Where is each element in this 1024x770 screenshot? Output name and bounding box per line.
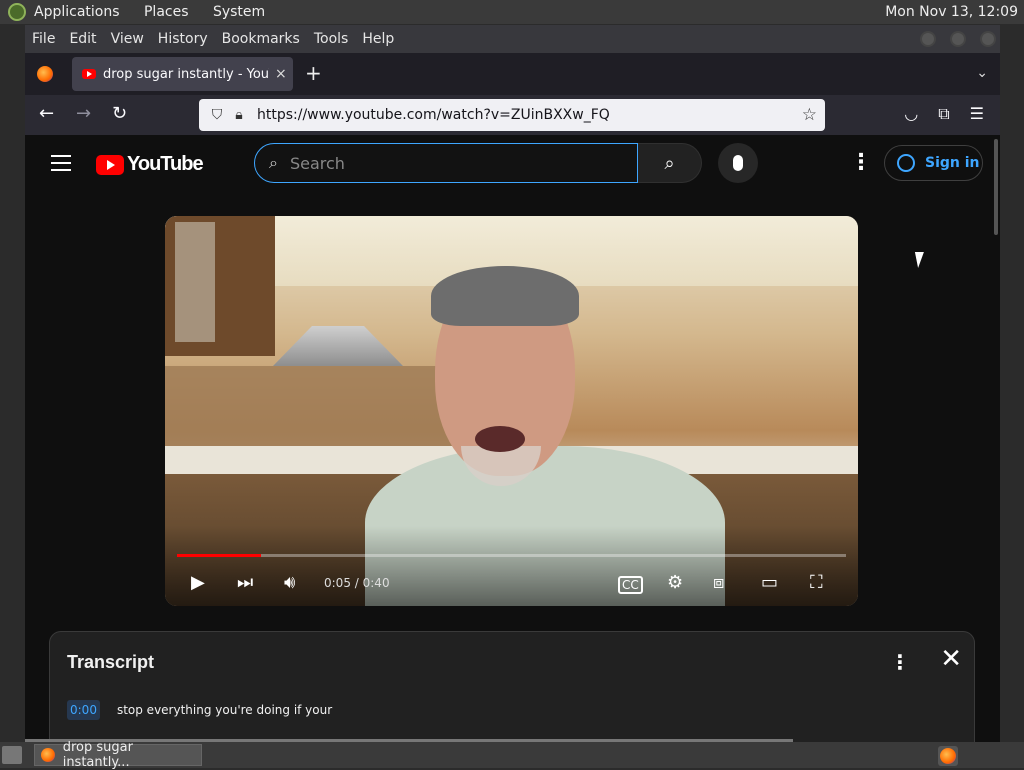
- youtube-page: YouTube ⌕ ⌕ ⋮ Sign in: [25, 135, 1000, 742]
- progress-bar[interactable]: [177, 554, 846, 557]
- taskbar-task-label: drop sugar instantly...: [62, 740, 133, 770]
- transcript-segment[interactable]: 0:00 stop everything you're doing if you…: [67, 700, 332, 720]
- menu-system[interactable]: System: [213, 4, 265, 20]
- transcript-title: Transcript: [67, 652, 155, 672]
- extensions-icon[interactable]: ⧉: [938, 104, 949, 124]
- new-tab-button[interactable]: +: [305, 63, 322, 83]
- settings-kebab-icon[interactable]: ⋮: [850, 151, 872, 175]
- firefox-window: File Edit View History Bookmarks Tools H…: [25, 25, 1000, 742]
- youtube-logo[interactable]: YouTube: [96, 153, 204, 176]
- account-circle-icon: [897, 154, 915, 172]
- navigation-toolbar: ← → ↻ ⛉ 🔒︎ https://www.youtube.com/watch…: [25, 95, 1000, 135]
- video-player[interactable]: ▶ ⏭︎ 🔊︎ 0:05 / 0:40 CC ⚙ ⧈ ▭ ⛶: [165, 216, 858, 606]
- clock[interactable]: Mon Nov 13, 12:09: [885, 4, 1018, 20]
- miniplayer-icon[interactable]: ⧈: [713, 571, 724, 595]
- menu-bookmarks[interactable]: Bookmarks: [222, 31, 300, 47]
- youtube-header: YouTube ⌕ ⌕ ⋮ Sign in: [25, 135, 1000, 193]
- transcript-panel: Transcript ⋮ ✕ 0:00 stop everything you'…: [49, 631, 975, 742]
- forward-arrow-icon[interactable]: →: [76, 103, 91, 125]
- voice-search-button[interactable]: [718, 143, 758, 183]
- tab-bar: drop sugar instantly - YouTube × + ⌄: [25, 53, 1000, 95]
- volume-icon[interactable]: 🔊︎: [284, 571, 295, 595]
- search-input[interactable]: [289, 153, 590, 173]
- url-text[interactable]: https://www.youtube.com/watch?v=ZUinBXXw…: [257, 107, 610, 123]
- transcript-close-icon[interactable]: ✕: [940, 646, 962, 672]
- guide-menu-icon[interactable]: [51, 155, 71, 176]
- play-icon[interactable]: ▶: [191, 571, 205, 595]
- minimize-button[interactable]: [920, 31, 936, 47]
- firefox-icon: [41, 748, 55, 762]
- youtube-favicon-icon: [82, 69, 96, 79]
- reload-icon[interactable]: ↻: [112, 103, 127, 125]
- microphone-icon: [733, 155, 743, 171]
- menu-view[interactable]: View: [111, 31, 144, 47]
- tray-firefox-icon[interactable]: [938, 746, 958, 766]
- menu-applications[interactable]: Applications: [34, 4, 120, 20]
- menu-file[interactable]: File: [32, 31, 55, 47]
- browser-menubar: File Edit View History Bookmarks Tools H…: [25, 25, 1000, 53]
- distro-logo-icon[interactable]: [8, 3, 26, 21]
- transcript-more-icon[interactable]: ⋮: [890, 650, 910, 674]
- maximize-button[interactable]: [950, 31, 966, 47]
- settings-gear-icon[interactable]: ⚙: [667, 571, 683, 595]
- video-frame-hair: [431, 266, 579, 326]
- menu-help[interactable]: Help: [362, 31, 394, 47]
- tab-title: drop sugar instantly - YouTube: [103, 66, 269, 82]
- tracking-shield-icon[interactable]: ⛉: [207, 107, 227, 123]
- search-box[interactable]: ⌕: [254, 143, 638, 183]
- transcript-timestamp[interactable]: 0:00: [67, 700, 100, 720]
- tab-youtube[interactable]: drop sugar instantly - YouTube ×: [72, 57, 293, 91]
- progress-bar-played: [177, 554, 261, 557]
- transcript-text: stop everything you're doing if your: [116, 703, 333, 717]
- back-arrow-icon[interactable]: ←: [39, 103, 54, 125]
- fullscreen-icon[interactable]: ⛶: [810, 571, 823, 595]
- youtube-play-logo-icon: [96, 154, 124, 175]
- duration: 0:40: [362, 576, 390, 590]
- firefox-icon: [37, 66, 53, 82]
- show-desktop-icon[interactable]: [2, 746, 22, 764]
- close-window-button[interactable]: [980, 31, 996, 47]
- time-display: 0:05 / 0:40: [324, 576, 390, 590]
- desktop-top-panel: Applications Places System Mon Nov 13, 1…: [0, 0, 1024, 24]
- bookmark-star-icon[interactable]: ☆: [802, 105, 817, 125]
- lock-icon[interactable]: 🔒︎: [229, 107, 249, 123]
- pocket-icon[interactable]: ◡: [904, 104, 918, 124]
- url-bar[interactable]: ⛉ 🔒︎ https://www.youtube.com/watch?v=ZUi…: [199, 99, 825, 131]
- captions-icon[interactable]: CC: [618, 576, 643, 594]
- video-frame-mouth: [475, 426, 525, 452]
- menu-tools[interactable]: Tools: [314, 31, 349, 47]
- menu-history[interactable]: History: [158, 31, 208, 47]
- firefox-view-button[interactable]: [25, 53, 65, 95]
- next-video-icon[interactable]: ⏭︎: [237, 571, 253, 595]
- current-time: 0:05: [324, 576, 351, 590]
- menu-edit[interactable]: Edit: [69, 31, 96, 47]
- app-menu-icon[interactable]: ☰: [970, 104, 984, 124]
- sign-in-button[interactable]: Sign in: [884, 145, 983, 181]
- search-icon: ⌕: [664, 152, 675, 174]
- search-button[interactable]: ⌕: [638, 143, 702, 183]
- tab-close-icon[interactable]: ×: [275, 66, 287, 82]
- taskbar-firefox-task[interactable]: drop sugar instantly...: [34, 740, 202, 770]
- menu-places[interactable]: Places: [144, 4, 189, 20]
- list-all-tabs-chevron-icon[interactable]: ⌄: [976, 65, 988, 81]
- video-frame-cabinet-glass: [175, 222, 215, 342]
- search-icon: ⌕: [269, 153, 278, 172]
- sign-in-label: Sign in: [925, 155, 980, 171]
- player-controls: ▶ ⏭︎ 🔊︎ 0:05 / 0:40 CC ⚙ ⧈ ▭ ⛶: [165, 568, 858, 598]
- firefox-icon: [940, 748, 956, 764]
- desktop-taskbar: drop sugar instantly...: [0, 740, 1024, 770]
- youtube-wordmark: YouTube: [127, 153, 204, 175]
- theater-mode-icon[interactable]: ▭: [761, 571, 778, 595]
